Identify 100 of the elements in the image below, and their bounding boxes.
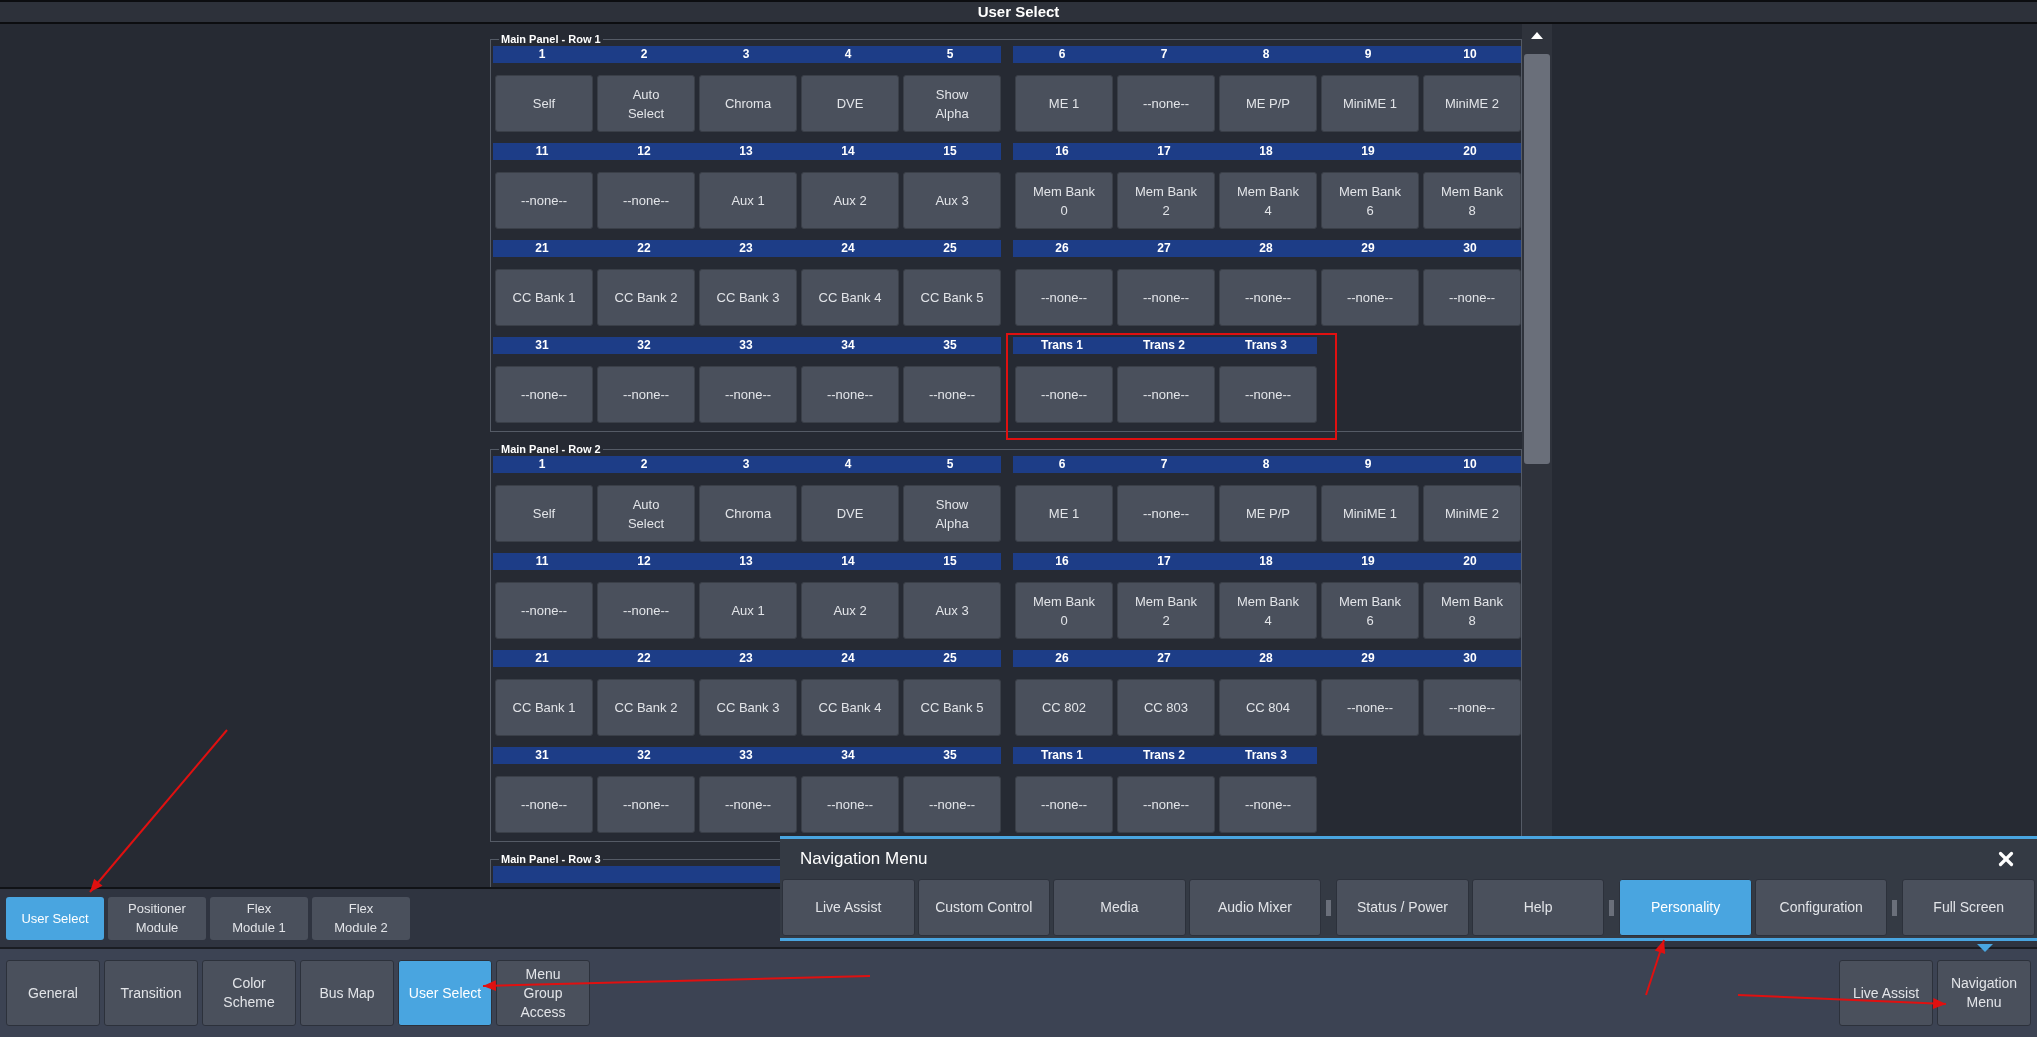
menu-button[interactable]: Live Assist bbox=[1839, 960, 1933, 1026]
source-button[interactable]: --none-- bbox=[1219, 269, 1317, 326]
source-button[interactable]: Aux 3 bbox=[903, 582, 1001, 639]
source-button[interactable]: Mem Bank 4 bbox=[1219, 582, 1317, 639]
source-button[interactable]: Aux 3 bbox=[903, 172, 1001, 229]
source-button[interactable]: Mem Bank 6 bbox=[1321, 172, 1419, 229]
source-button[interactable]: --none-- bbox=[597, 366, 695, 423]
scroll-up-icon[interactable] bbox=[1531, 32, 1543, 39]
slot-label: 30 bbox=[1462, 650, 1478, 667]
source-button[interactable]: Mem Bank 2 bbox=[1117, 582, 1215, 639]
source-button[interactable]: --none-- bbox=[903, 776, 1001, 833]
source-button[interactable]: Mem Bank 4 bbox=[1219, 172, 1317, 229]
nav-menu-item[interactable]: Status / Power bbox=[1336, 879, 1469, 936]
module-tab[interactable]: Positioner Module bbox=[108, 896, 206, 940]
source-button[interactable]: Mem Bank 8 bbox=[1423, 172, 1521, 229]
source-button[interactable]: CC Bank 2 bbox=[597, 269, 695, 326]
nav-menu-item[interactable]: Live Assist bbox=[782, 879, 915, 936]
source-button[interactable]: CC Bank 5 bbox=[903, 679, 1001, 736]
source-button[interactable]: Mem Bank 0 bbox=[1015, 172, 1113, 229]
source-button[interactable]: Mem Bank 2 bbox=[1117, 172, 1215, 229]
source-button[interactable]: --none-- bbox=[495, 366, 593, 423]
source-button[interactable]: CC Bank 1 bbox=[495, 679, 593, 736]
source-button[interactable]: --none-- bbox=[1015, 269, 1113, 326]
source-button[interactable]: MiniME 2 bbox=[1423, 485, 1521, 542]
source-button[interactable]: --none-- bbox=[495, 776, 593, 833]
source-button[interactable]: Auto Select bbox=[597, 75, 695, 132]
source-button[interactable]: CC Bank 2 bbox=[597, 679, 695, 736]
source-button[interactable]: --none-- bbox=[1117, 75, 1215, 132]
source-button[interactable]: ME 1 bbox=[1015, 75, 1113, 132]
menu-tab[interactable]: Bus Map bbox=[300, 960, 394, 1026]
source-button[interactable]: CC Bank 1 bbox=[495, 269, 593, 326]
source-button[interactable]: --none-- bbox=[1219, 366, 1317, 423]
source-button[interactable]: CC 802 bbox=[1015, 679, 1113, 736]
nav-menu-item[interactable]: Audio Mixer bbox=[1188, 879, 1322, 936]
source-button[interactable]: Aux 1 bbox=[699, 582, 797, 639]
nav-menu-item[interactable]: Help bbox=[1471, 879, 1605, 936]
source-button[interactable]: Mem Bank 8 bbox=[1423, 582, 1521, 639]
source-button[interactable]: CC Bank 3 bbox=[699, 269, 797, 326]
source-button[interactable]: Aux 1 bbox=[699, 172, 797, 229]
menu-tab[interactable]: Menu Group Access bbox=[496, 960, 590, 1026]
source-button[interactable]: MiniME 1 bbox=[1321, 485, 1419, 542]
source-button[interactable]: --none-- bbox=[801, 776, 899, 833]
source-button[interactable]: ME 1 bbox=[1015, 485, 1113, 542]
source-button[interactable]: --none-- bbox=[1321, 269, 1419, 326]
source-button[interactable]: --none-- bbox=[1321, 679, 1419, 736]
module-tab[interactable]: Flex Module 2 bbox=[312, 896, 410, 940]
nav-menu-item[interactable]: Configuration bbox=[1754, 879, 1888, 936]
source-button[interactable]: Self bbox=[495, 485, 593, 542]
source-button[interactable]: MiniME 2 bbox=[1423, 75, 1521, 132]
source-button[interactable]: DVE bbox=[801, 485, 899, 542]
source-button[interactable]: Show Alpha bbox=[903, 485, 1001, 542]
source-button[interactable]: Auto Select bbox=[597, 485, 695, 542]
menu-tab[interactable]: Color Scheme bbox=[202, 960, 296, 1026]
source-button[interactable]: CC Bank 3 bbox=[699, 679, 797, 736]
source-button[interactable]: ME P/P bbox=[1219, 75, 1317, 132]
scrollbar-thumb[interactable] bbox=[1524, 54, 1550, 464]
nav-menu-item[interactable]: Media bbox=[1053, 879, 1186, 936]
nav-menu-item[interactable]: Custom Control bbox=[917, 879, 1051, 936]
source-button[interactable]: --none-- bbox=[801, 366, 899, 423]
source-button[interactable]: --none-- bbox=[495, 582, 593, 639]
source-button[interactable]: --none-- bbox=[1015, 366, 1113, 423]
source-button[interactable]: Aux 2 bbox=[801, 582, 899, 639]
source-button[interactable]: --none-- bbox=[1117, 366, 1215, 423]
menu-title: Navigation Menu bbox=[800, 848, 928, 871]
source-button[interactable]: Show Alpha bbox=[903, 75, 1001, 132]
source-button[interactable]: --none-- bbox=[699, 366, 797, 423]
source-button[interactable]: --none-- bbox=[699, 776, 797, 833]
source-button[interactable]: DVE bbox=[801, 75, 899, 132]
source-button[interactable]: --none-- bbox=[903, 366, 1001, 423]
source-button[interactable]: CC 804 bbox=[1219, 679, 1317, 736]
source-button[interactable]: CC Bank 5 bbox=[903, 269, 1001, 326]
source-button[interactable]: Mem Bank 6 bbox=[1321, 582, 1419, 639]
source-button[interactable]: --none-- bbox=[597, 172, 695, 229]
source-button[interactable]: Mem Bank 0 bbox=[1015, 582, 1113, 639]
menu-tab[interactable]: Transition bbox=[104, 960, 198, 1026]
source-button[interactable]: MiniME 1 bbox=[1321, 75, 1419, 132]
source-button[interactable]: --none-- bbox=[1117, 776, 1215, 833]
source-button[interactable]: --none-- bbox=[1015, 776, 1113, 833]
source-button[interactable]: Aux 2 bbox=[801, 172, 899, 229]
source-button[interactable]: CC Bank 4 bbox=[801, 679, 899, 736]
source-button[interactable]: --none-- bbox=[597, 582, 695, 639]
source-button[interactable]: Self bbox=[495, 75, 593, 132]
source-button[interactable]: --none-- bbox=[1423, 269, 1521, 326]
panel-title: Main Panel - Row 3 bbox=[500, 852, 602, 866]
source-button[interactable]: --none-- bbox=[495, 172, 593, 229]
source-button[interactable]: --none-- bbox=[1117, 269, 1215, 326]
source-button[interactable]: Chroma bbox=[699, 485, 797, 542]
source-button[interactable]: --none-- bbox=[1117, 485, 1215, 542]
source-button[interactable]: --none-- bbox=[1423, 679, 1521, 736]
module-tab[interactable]: Flex Module 1 bbox=[210, 896, 308, 940]
menu-button[interactable]: Navigation Menu bbox=[1937, 960, 2031, 1026]
nav-menu-item[interactable]: Full Screen bbox=[1902, 879, 2035, 936]
source-button[interactable]: --none-- bbox=[597, 776, 695, 833]
source-button[interactable]: CC Bank 4 bbox=[801, 269, 899, 326]
source-button[interactable]: ME P/P bbox=[1219, 485, 1317, 542]
menu-tab[interactable]: General bbox=[6, 960, 100, 1026]
source-button[interactable]: Chroma bbox=[699, 75, 797, 132]
slot-label: 24 bbox=[840, 650, 856, 667]
source-button[interactable]: --none-- bbox=[1219, 776, 1317, 833]
source-button[interactable]: CC 803 bbox=[1117, 679, 1215, 736]
